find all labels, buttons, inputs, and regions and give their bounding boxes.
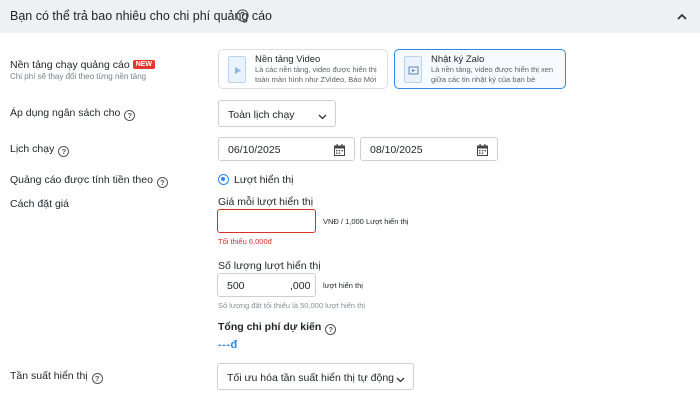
help-icon[interactable]: ? <box>325 324 337 335</box>
calendar-icon[interactable] <box>334 144 345 156</box>
start-date-input[interactable]: 06/10/2025 <box>218 137 355 161</box>
platform-label: Nền tảng chạy quảng cáo NEW <box>10 59 156 71</box>
frequency-select[interactable]: Tối ưu hóa tần suất hiển thị tự động <box>217 363 414 390</box>
platform-label-text: Nền tảng chạy quảng cáo <box>10 59 130 71</box>
budget-select[interactable]: Toàn lịch chạy <box>218 100 336 127</box>
bid-label: Cách đặt giá <box>10 198 69 210</box>
price-error: Tối thiểu 6,000đ <box>218 237 272 246</box>
end-date-input[interactable]: 08/10/2025 <box>360 137 498 161</box>
total-value: ---đ <box>218 339 238 351</box>
help-icon[interactable]: ? <box>156 177 168 188</box>
platform-option-zalo-diary[interactable]: Nhật ký Zalo Là nền tảng, video được hiể… <box>394 49 566 89</box>
budget-label-text: Áp dụng ngân sách cho <box>10 107 121 119</box>
billing-radio-impressions[interactable] <box>218 174 229 185</box>
total-label-text: Tổng chi phí dự kiến <box>218 321 322 333</box>
price-input[interactable] <box>217 209 316 233</box>
schedule-label-text: Lịch chạy <box>10 143 55 155</box>
new-badge: NEW <box>132 60 156 69</box>
schedule-label: Lịch chạy? <box>10 143 70 157</box>
platform-option-title: Nhật ký Zalo <box>431 54 485 65</box>
quantity-hint: Số lượng đặt tối thiểu là 50,000 lượt hi… <box>218 301 366 310</box>
platform-option-video[interactable]: Nền tảng Video Là các nền tảng, video đư… <box>218 49 388 89</box>
budget-select-value: Toàn lịch chạy <box>228 109 295 121</box>
calendar-icon[interactable] <box>477 144 488 156</box>
end-date-value: 08/10/2025 <box>370 144 423 156</box>
platform-option-title: Nền tảng Video <box>255 54 321 65</box>
platform-option-desc: Là các nền tảng, video được hiển thị toà… <box>255 65 377 84</box>
help-icon[interactable]: ? <box>124 110 136 121</box>
frequency-label: Tần suất hiển thị? <box>10 370 103 384</box>
help-icon[interactable]: ? <box>91 373 103 384</box>
start-date-value: 06/10/2025 <box>228 144 281 156</box>
price-label: Giá mỗi lượt hiển thị <box>218 196 314 208</box>
diary-platform-icon <box>404 56 422 83</box>
quantity-input[interactable]: 500 ,000 <box>217 273 316 297</box>
frequency-select-value: Tối ưu hóa tần suất hiển thị tự động <box>227 372 395 384</box>
section-header[interactable]: Bạn có thể trả bao nhiêu cho chi phí quả… <box>0 0 700 33</box>
quantity-label: Số lượng lượt hiển thị <box>218 260 321 272</box>
total-label: Tổng chi phí dự kiến? <box>218 321 337 335</box>
video-platform-icon <box>228 56 246 83</box>
billing-label-text: Quảng cáo được tính tiền theo <box>10 174 153 186</box>
chevron-down-icon <box>396 374 405 383</box>
price-unit: VNĐ / 1,000 Lượt hiển thị <box>323 217 409 226</box>
frequency-label-text: Tần suất hiển thị <box>10 370 88 382</box>
chevron-up-icon[interactable] <box>675 10 689 22</box>
help-icon[interactable]: ? <box>58 146 70 157</box>
platform-sublabel: Chi phí sẽ thay đổi theo từng nền tảng <box>10 72 147 81</box>
quantity-suffix: ,000 <box>290 280 311 292</box>
billing-radio-label[interactable]: Lượt hiển thị <box>234 174 293 186</box>
platform-option-desc: Là nền tảng, video được hiển thị xen giữ… <box>431 65 554 84</box>
quantity-input-value: 500 <box>227 280 245 292</box>
chevron-down-icon <box>318 111 327 120</box>
budget-label: Áp dụng ngân sách cho? <box>10 107 136 121</box>
billing-label: Quảng cáo được tính tiền theo? <box>10 174 168 188</box>
help-icon[interactable] <box>236 9 249 22</box>
section-title: Bạn có thể trả bao nhiêu cho chi phí quả… <box>10 9 272 23</box>
quantity-unit: lượt hiển thị <box>323 281 363 290</box>
